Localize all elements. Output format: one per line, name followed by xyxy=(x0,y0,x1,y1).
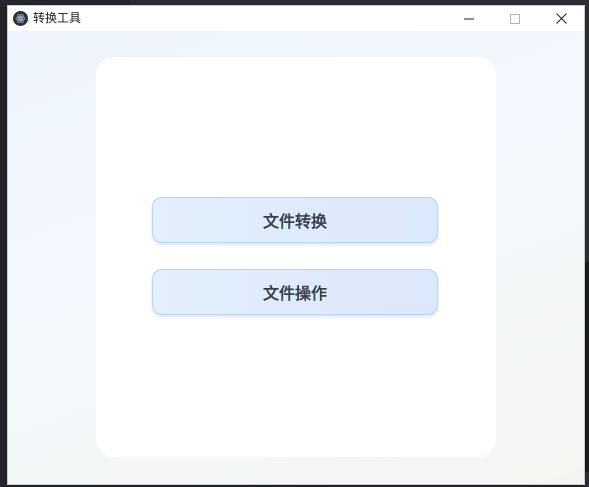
minimize-button[interactable] xyxy=(446,6,492,31)
window-title: 转换工具 xyxy=(33,11,82,25)
file-convert-button[interactable]: 文件转换 xyxy=(152,197,438,243)
title-bar[interactable]: 转换工具 xyxy=(8,6,584,31)
main-card: 文件转换 文件操作 xyxy=(96,57,496,457)
file-operation-button[interactable]: 文件操作 xyxy=(152,269,438,315)
app-logo-icon xyxy=(13,11,28,26)
minimize-icon xyxy=(464,18,474,19)
app-window: 转换工具 文件转换 文件操作 xyxy=(8,6,584,484)
close-icon xyxy=(555,13,567,24)
maximize-button[interactable] xyxy=(492,6,538,31)
maximize-icon xyxy=(510,13,520,24)
close-button[interactable] xyxy=(538,6,584,31)
